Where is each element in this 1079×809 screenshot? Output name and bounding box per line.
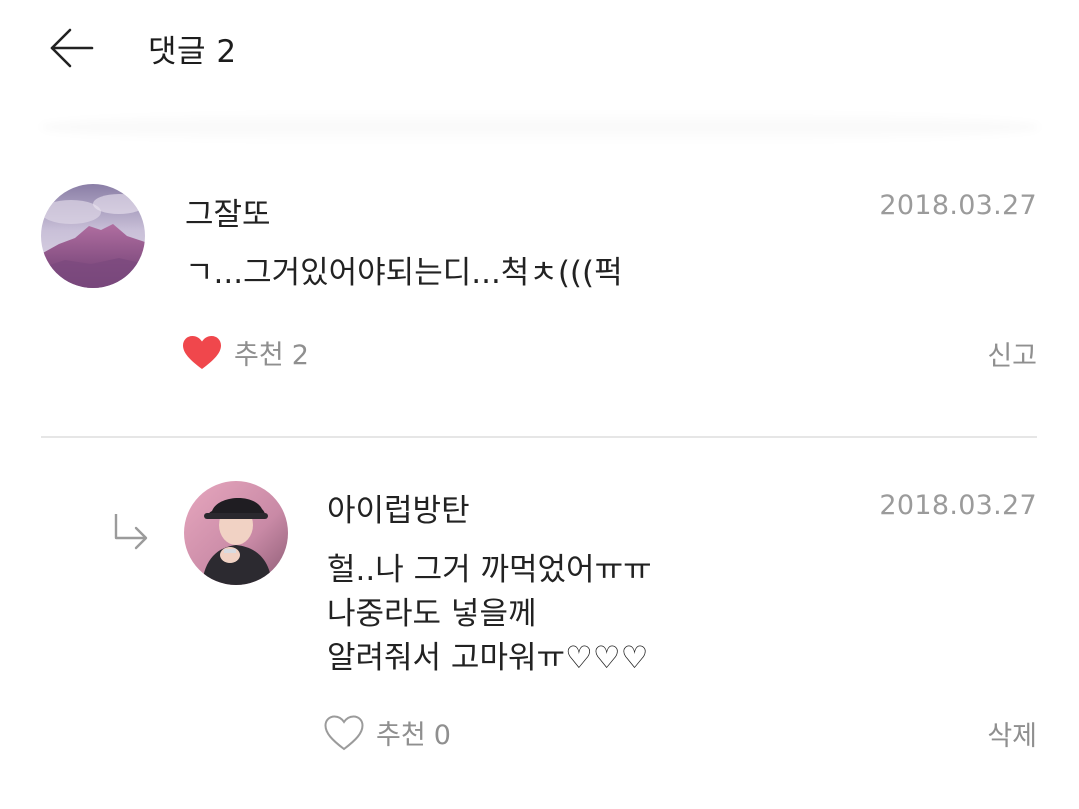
report-button[interactable]: 신고 — [987, 334, 1037, 373]
comment-date: 2018.03.27 — [879, 190, 1037, 221]
heart-filled-icon — [183, 335, 221, 369]
comment-text: 헐..나 그거 까먹었어ㅠㅠ 나중라도 넣을께 알려줘서 고마워ㅠ♡♡♡ — [327, 552, 652, 676]
delete-button[interactable]: 삭제 — [987, 714, 1037, 753]
header: 댓글 2 — [0, 0, 1079, 100]
like-label: 추천 2 — [234, 333, 309, 372]
header-shadow — [40, 110, 1040, 144]
comment-author[interactable]: 그잘또 — [185, 189, 271, 234]
like-count: 0 — [433, 720, 451, 751]
like-button[interactable]: 추천 0 — [324, 713, 451, 752]
like-text: 추천 — [376, 720, 426, 751]
avatar[interactable] — [184, 481, 288, 585]
comments-screen: 댓글 2 그잘또 2018.03.27 ㄱ...그거있어야되는디...척ㅊ(((… — [0, 0, 1079, 809]
heart-outline-icon — [324, 714, 364, 750]
like-count: 2 — [291, 340, 309, 371]
like-text: 추천 — [234, 340, 284, 371]
comment-date: 2018.03.27 — [879, 490, 1037, 521]
back-button[interactable] — [44, 20, 100, 76]
arrow-left-icon — [50, 28, 94, 68]
comment-author[interactable]: 아이럽방탄 — [327, 485, 470, 530]
like-button[interactable]: 추천 2 — [182, 333, 309, 372]
comment-text: ㄱ...그거있어야되는디...척ㅊ(((퍽 — [185, 255, 623, 291]
page-title: 댓글 2 — [148, 34, 237, 70]
avatar[interactable] — [41, 184, 145, 288]
like-label: 추천 0 — [376, 713, 451, 752]
reply-arrow-icon — [114, 514, 148, 550]
divider — [41, 436, 1037, 438]
